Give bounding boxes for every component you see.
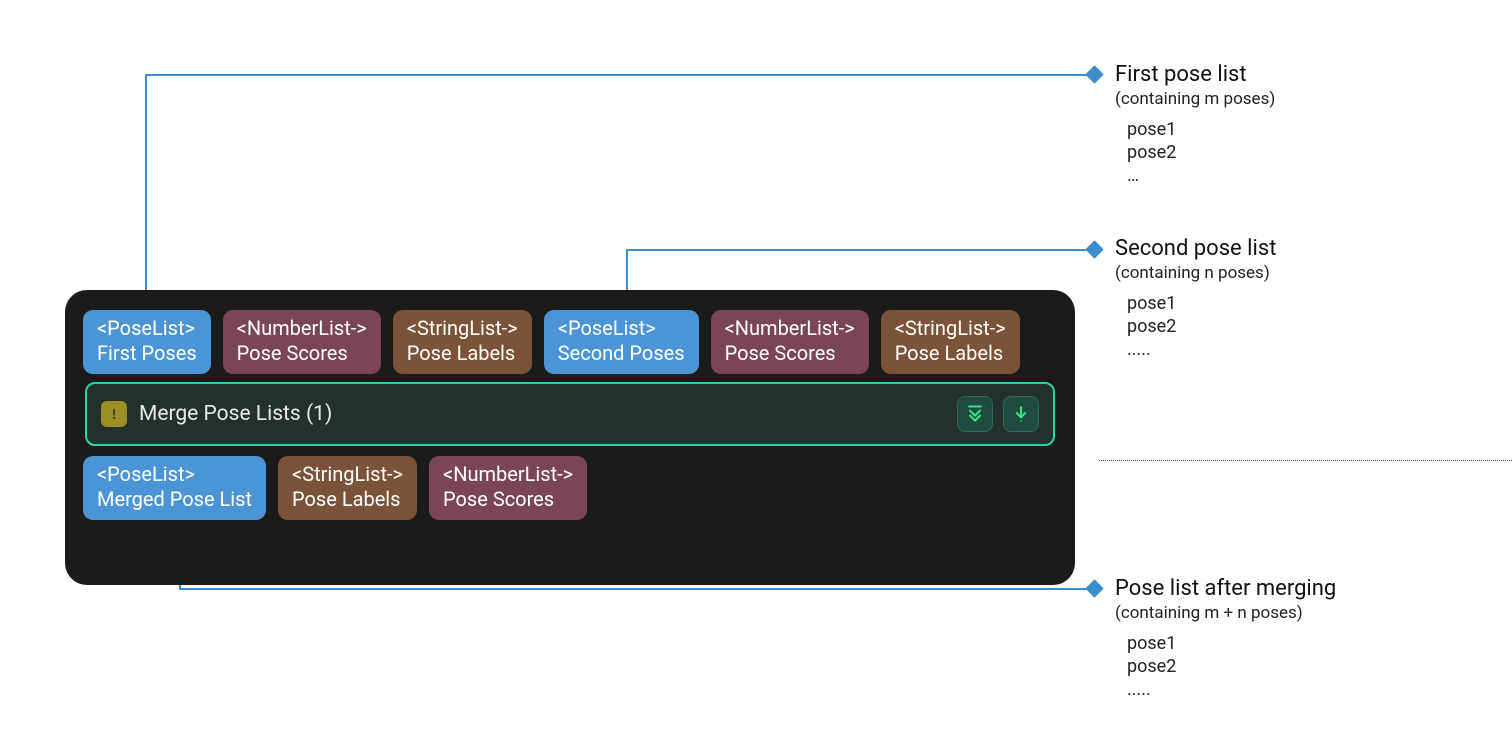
- annotation-items: pose1 pose2 …: [1127, 119, 1495, 186]
- annotation-items: pose1 pose2 .....: [1127, 633, 1495, 700]
- diagram-canvas: First pose list (containing m poses) pos…: [0, 0, 1512, 756]
- annotation-subtitle: (containing m + n poses): [1115, 603, 1495, 623]
- output-port-merged-pose-list[interactable]: <PoseList>Merged Pose List: [83, 456, 266, 520]
- node-title-label: Merge Pose Lists (1): [139, 402, 945, 426]
- input-port-pose-scores-2[interactable]: <NumberList->Pose Scores: [711, 310, 869, 374]
- annotation-subtitle: (containing m poses): [1115, 89, 1495, 109]
- annotation-title: Pose list after merging: [1115, 576, 1495, 601]
- diamond-icon: [1085, 65, 1103, 83]
- input-port-pose-labels-2[interactable]: <StringList->Pose Labels: [881, 310, 1020, 374]
- node-title-bar[interactable]: Merge Pose Lists (1): [85, 382, 1055, 446]
- diamond-icon: [1085, 579, 1103, 597]
- output-port-pose-labels[interactable]: <StringList->Pose Labels: [278, 456, 417, 520]
- annotation-title: Second pose list: [1115, 236, 1495, 261]
- output-ports-row: <PoseList>Merged Pose List <StringList->…: [83, 456, 1057, 520]
- annotation-second: Second pose list (containing n poses) po…: [1115, 236, 1495, 362]
- annotation-subtitle: (containing n poses): [1115, 263, 1495, 283]
- annotation-items: pose1 pose2 .....: [1127, 293, 1495, 360]
- execute-all-button[interactable]: [957, 396, 993, 432]
- input-port-pose-scores-1[interactable]: <NumberList->Pose Scores: [223, 310, 381, 374]
- separator-line: [1099, 460, 1512, 461]
- input-port-pose-labels-1[interactable]: <StringList->Pose Labels: [393, 310, 532, 374]
- execute-button[interactable]: [1003, 396, 1039, 432]
- input-port-second-poses[interactable]: <PoseList>Second Poses: [544, 310, 699, 374]
- annotation-title: First pose list: [1115, 62, 1495, 87]
- warning-icon: [101, 401, 127, 427]
- annotation-merged: Pose list after merging (containing m + …: [1115, 576, 1495, 702]
- input-port-first-poses[interactable]: <PoseList>First Poses: [83, 310, 211, 374]
- merge-pose-lists-node: <PoseList>First Poses <NumberList->Pose …: [65, 290, 1075, 585]
- input-ports-row: <PoseList>First Poses <NumberList->Pose …: [83, 310, 1057, 374]
- output-port-pose-scores[interactable]: <NumberList->Pose Scores: [429, 456, 587, 520]
- annotation-first: First pose list (containing m poses) pos…: [1115, 62, 1495, 188]
- diamond-icon: [1085, 240, 1103, 258]
